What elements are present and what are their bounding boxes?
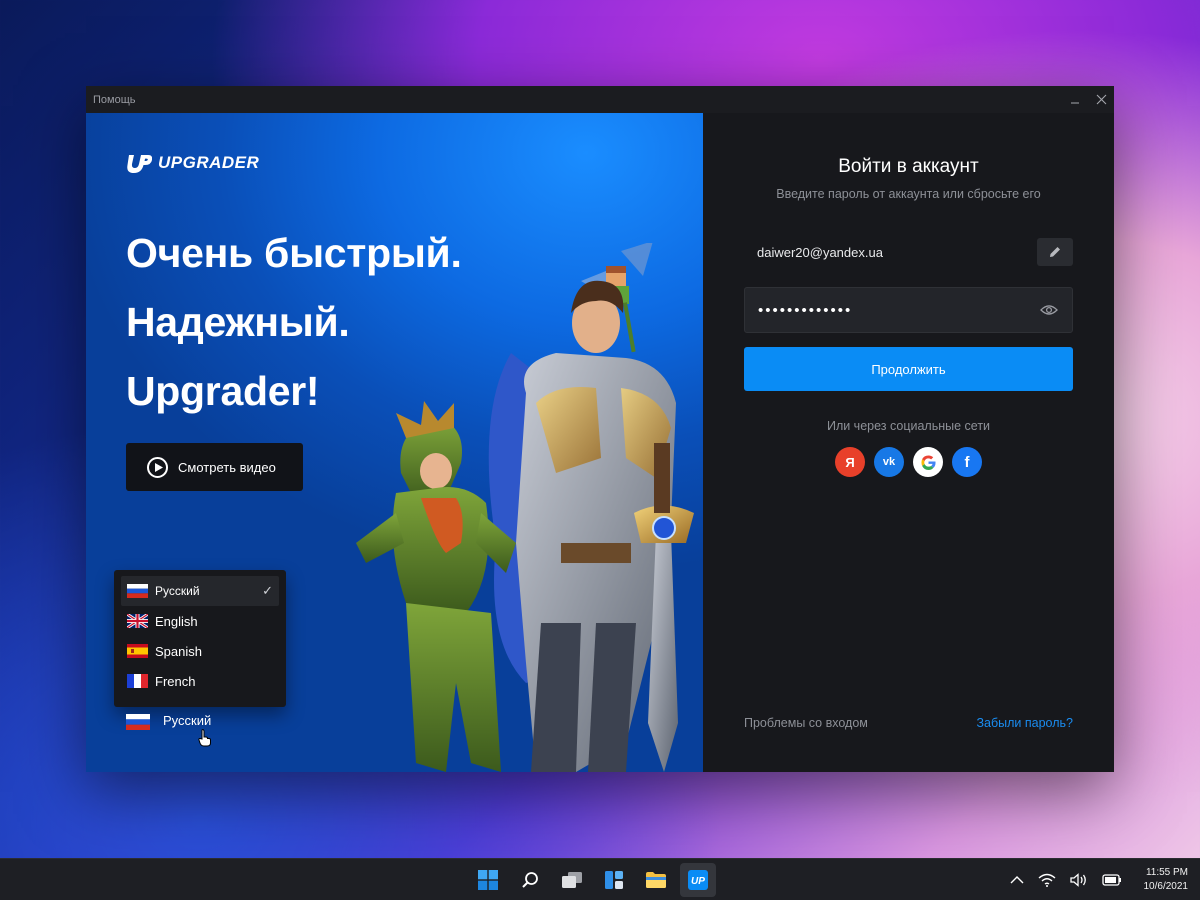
russia-flag-icon [126,713,150,730]
language-option-english[interactable]: English [121,606,279,636]
game-characters-illustration [356,243,694,772]
window-title: Помощь [93,93,136,106]
email-value: daiwer20@yandex.ua [757,244,883,260]
svg-text:UP: UP [691,876,705,887]
spain-flag-icon [127,644,148,658]
france-flag-icon [127,674,148,688]
wifi-icon[interactable] [1038,873,1056,887]
pencil-icon [1050,247,1060,257]
logo: UPGRADER [126,151,259,175]
language-option-label: Spanish [155,643,202,659]
vk-login-button[interactable]: vk [874,447,904,477]
language-option-spanish[interactable]: Spanish [121,636,279,666]
start-button[interactable] [470,863,506,897]
hand-cursor-icon [198,729,211,747]
vk-icon: vk [882,456,896,468]
chevron-up-icon[interactable] [1010,875,1024,885]
search-icon [522,872,538,888]
email-row: daiwer20@yandex.ua [744,237,1073,267]
language-option-label: English [155,613,198,629]
social-buttons: Я vk f [703,447,1114,477]
close-button[interactable] [1088,86,1114,113]
password-value: ••••••••••••• [758,301,853,319]
language-dropdown: Русский ✓ English Spanish French [114,570,286,707]
app-window: Помощь UPGRADER Очень быстрый. Надежный. [86,86,1114,772]
hero-panel: UPGRADER Очень быстрый. Надежный. Upgrad… [86,113,703,772]
upgrader-logo-icon [127,155,152,173]
search-button[interactable] [512,863,548,897]
file-explorer-button[interactable] [638,863,674,897]
facebook-login-button[interactable]: f [952,447,982,477]
battery-icon[interactable] [1101,874,1122,886]
password-field[interactable]: ••••••••••••• [744,287,1073,333]
language-option-label: Русский [155,584,200,598]
uk-flag-icon [126,612,149,630]
edit-email-button[interactable] [1037,238,1073,266]
widgets-icon [605,871,623,889]
upgrader-app-button[interactable]: UP [680,863,716,897]
system-tray: 11:55 PM 10/6/2021 [1010,859,1189,900]
clock-time: 11:55 PM [1145,867,1188,878]
play-icon [147,456,168,478]
login-panel: Войти в аккаунт Введите пароль от аккаун… [703,113,1114,772]
login-title: Войти в аккаунт [838,156,979,177]
language-selector[interactable]: Русский [126,713,212,730]
logo-text: UPGRADER [158,153,260,172]
start-icon [478,870,498,890]
watch-video-button[interactable]: Смотреть видео [126,443,303,491]
google-icon [920,454,936,470]
upgrader-app-icon: UP [688,870,708,890]
task-view-button[interactable] [554,863,590,897]
eye-icon[interactable] [1040,304,1058,316]
task-view-icon [562,872,582,888]
minimize-icon [1071,102,1079,103]
google-login-button[interactable] [913,447,943,477]
close-icon [1096,94,1106,105]
minimize-button[interactable] [1062,86,1088,113]
checkmark-icon: ✓ [262,583,273,598]
yandex-login-button[interactable]: Я [835,447,865,477]
social-label: Или через социальные сети [826,419,991,433]
language-option-russian[interactable]: Русский ✓ [121,576,279,606]
widgets-button[interactable] [596,863,632,897]
login-trouble-link[interactable]: Проблемы со входом [744,716,868,730]
current-language-label: Русский [163,713,212,728]
login-subtitle: Введите пароль от аккаунта или сбросьте … [776,187,1041,201]
title-bar: Помощь [86,86,1114,113]
taskbar: UP 11:55 PM 10/6/2021 [0,858,1200,900]
volume-icon[interactable] [1069,873,1088,887]
clock[interactable]: 11:55 PM 10/6/2021 [1144,866,1189,894]
facebook-icon: f [964,453,970,471]
clock-date: 10/6/2021 [1143,881,1189,892]
language-option-label: French [155,673,196,689]
continue-button[interactable]: Продолжить [744,347,1073,391]
watch-video-label: Смотреть видео [178,459,276,475]
language-option-french[interactable]: French [121,666,279,696]
yandex-icon: Я [845,454,855,470]
folder-icon [646,872,666,888]
russia-flag-icon [127,584,148,598]
forgot-password-link[interactable]: Забыли пароль? [976,716,1073,730]
taskbar-apps: UP [470,863,716,897]
